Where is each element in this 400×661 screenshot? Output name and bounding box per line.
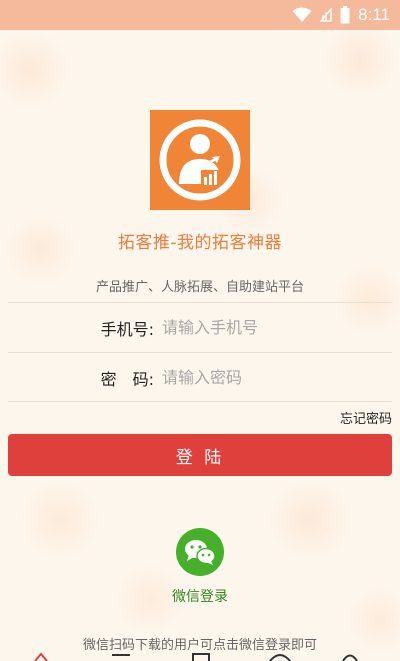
nav-icon-3[interactable] — [190, 652, 212, 661]
login-button[interactable]: 登 陆 — [8, 434, 392, 476]
phone-label: 手机号: — [100, 320, 154, 339]
cellular-icon — [320, 8, 332, 22]
wechat-login-button[interactable] — [176, 528, 224, 576]
divider-middle — [8, 352, 392, 353]
nav-icon-2[interactable] — [110, 652, 132, 661]
app-title: 拓客推-我的拓客神器 — [117, 233, 283, 253]
nav-icon-1[interactable] — [33, 652, 49, 661]
user-growth-icon — [159, 119, 241, 201]
wechat-icon — [185, 540, 216, 565]
wechat-login-label[interactable]: 微信登录 — [0, 586, 400, 606]
forgot-password-link[interactable]: 忘记密码 — [340, 408, 392, 427]
password-input[interactable] — [162, 366, 382, 388]
wifi-icon — [292, 7, 312, 22]
password-label: 密 码: — [100, 370, 154, 389]
app-subtitle: 产品推广、人脉拓展、自助建站平台 — [95, 280, 304, 295]
divider-top — [8, 302, 392, 303]
wechat-hint: 微信扫码下载的用户可点击微信登录即可 — [82, 638, 317, 653]
status-time: 8:11 — [358, 5, 390, 24]
battery-icon — [340, 6, 350, 24]
app-logo — [150, 110, 250, 210]
status-icons: 8:11 — [292, 0, 390, 30]
bottom-nav — [0, 652, 400, 661]
nav-icon-5[interactable] — [340, 652, 360, 661]
divider-bottom — [8, 401, 392, 402]
status-bar: 8:11 — [0, 0, 400, 30]
nav-icon-4[interactable] — [268, 652, 292, 661]
phone-input[interactable] — [162, 316, 382, 338]
